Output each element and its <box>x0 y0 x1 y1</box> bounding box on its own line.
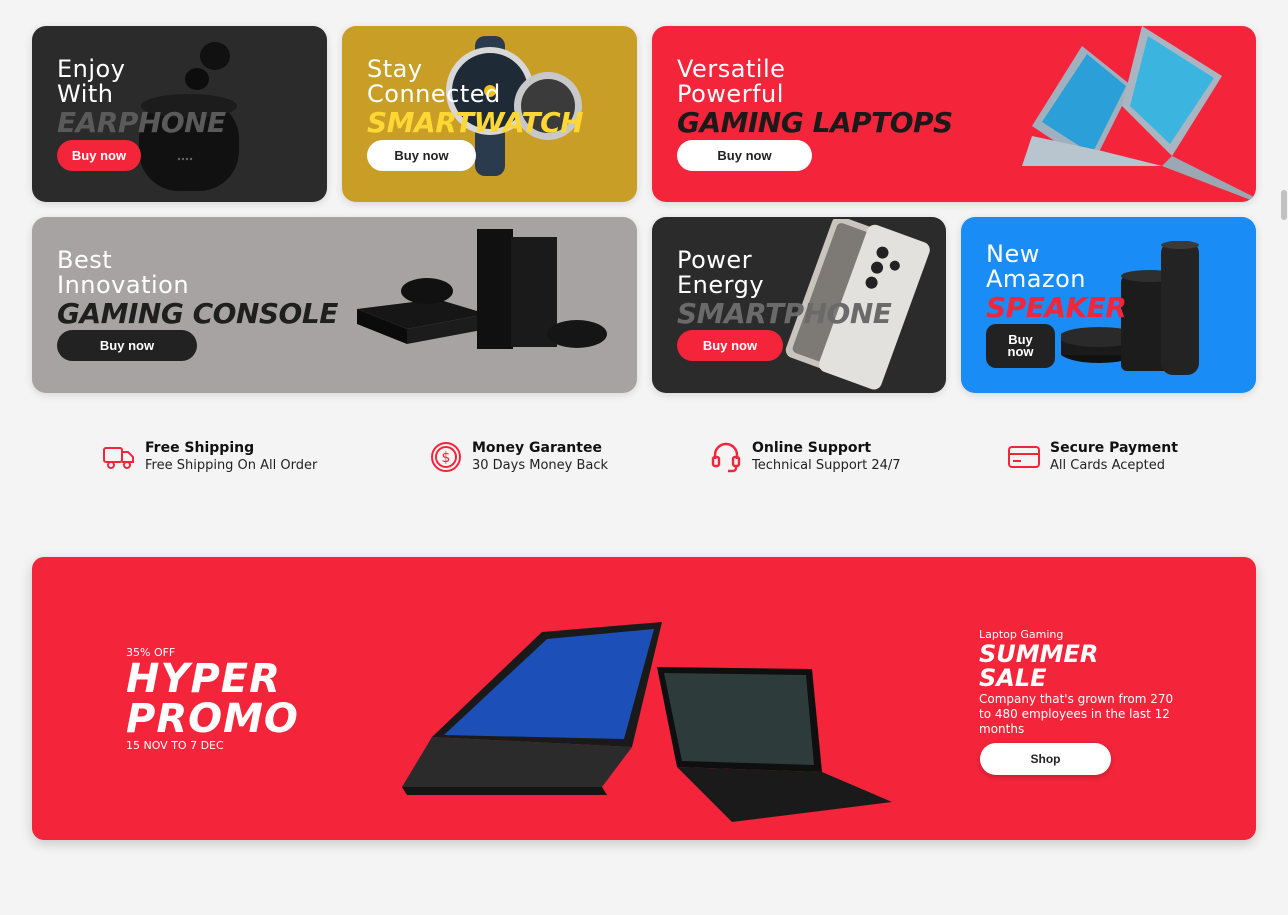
feature-title: Free Shipping <box>145 440 255 456</box>
promo-headline-line2: SALE <box>979 664 1047 692</box>
banner-smartphone[interactable]: Power Energy SMARTPHONE Buy now <box>652 217 946 393</box>
hyper-promo-banner[interactable]: 35% OFF HYPER PROMO 15 NOV TO 7 DEC Lapt… <box>32 557 1256 840</box>
scrollbar-thumb[interactable] <box>1281 190 1287 220</box>
buy-now-button[interactable]: Buy now <box>367 140 476 171</box>
feature-online-support: Online Support Technical Support 24/7 <box>710 440 901 474</box>
feature-subtitle: 30 Days Money Back <box>472 458 609 473</box>
credit-card-icon <box>1008 441 1040 473</box>
banner-line1: Best <box>57 246 113 274</box>
banner-headline: SMARTWATCH <box>367 106 584 139</box>
dollar-icon: $ <box>430 441 462 473</box>
banner-headline: EARPHONE <box>57 106 226 139</box>
buy-now-button[interactable]: Buy now <box>677 330 783 361</box>
promo-title-line1: HYPER <box>126 656 281 702</box>
feature-subtitle: Free Shipping On All Order <box>145 458 318 473</box>
banner-line1: New <box>986 240 1040 268</box>
console-image <box>357 229 607 349</box>
promo-laptops-image <box>402 622 892 822</box>
promo-description: Company that's grown from 270 to 480 emp… <box>979 692 1174 736</box>
feature-subtitle: All Cards Acepted <box>1050 458 1165 473</box>
banner-line2: Amazon <box>986 265 1086 293</box>
scrollbar[interactable] <box>1280 0 1288 915</box>
banner-headline: GAMING CONSOLE <box>57 297 338 330</box>
truck-icon <box>103 441 135 473</box>
svg-text:$: $ <box>442 450 451 466</box>
banner-line2: Connected <box>367 80 501 108</box>
headset-icon <box>710 441 742 473</box>
banner-line1: Power <box>677 246 753 274</box>
shop-button[interactable]: Shop <box>980 743 1111 775</box>
banner-line1: Versatile <box>677 55 786 83</box>
banner-line1: Stay <box>367 55 423 83</box>
feature-title: Money Garantee <box>472 440 602 456</box>
buy-now-button[interactable]: Buy now <box>986 324 1055 368</box>
banner-line2: Energy <box>677 271 765 299</box>
banner-amazon-speaker[interactable]: New Amazon SPEAKER Buy now <box>961 217 1256 393</box>
banner-line2: With <box>57 80 114 108</box>
banner-earphone[interactable]: Enjoy With EARPHONE Buy now <box>32 26 327 202</box>
banner-headline: SMARTPHONE <box>677 297 892 330</box>
buy-now-button[interactable]: Buy now <box>57 140 141 171</box>
feature-free-shipping: Free Shipping Free Shipping On All Order <box>103 440 317 474</box>
promo-dates: 15 NOV TO 7 DEC <box>126 739 224 752</box>
banner-line2: Powerful <box>677 80 784 108</box>
buy-now-button[interactable]: Buy now <box>677 140 812 171</box>
feature-money-guarantee: $ Money Garantee 30 Days Money Back <box>430 440 608 474</box>
banner-gaming-console[interactable]: Best Innovation GAMING CONSOLE Buy now <box>32 217 637 393</box>
feature-secure-payment: Secure Payment All Cards Acepted <box>1008 440 1178 474</box>
feature-subtitle: Technical Support 24/7 <box>752 458 901 473</box>
feature-title: Secure Payment <box>1050 440 1178 456</box>
laptops-image <box>1022 26 1256 202</box>
promo-headline-line1: SUMMER <box>979 640 1099 668</box>
banner-headline: GAMING LAPTOPS <box>677 106 953 139</box>
buy-now-button[interactable]: Buy now <box>57 330 197 361</box>
banner-smartwatch[interactable]: Stay Connected SMARTWATCH Buy now <box>342 26 637 202</box>
promo-title-line2: PROMO <box>126 696 299 742</box>
banner-line2: Innovation <box>57 271 190 299</box>
banner-headline: SPEAKER <box>986 291 1127 324</box>
banner-gaming-laptops[interactable]: Versatile Powerful GAMING LAPTOPS Buy no… <box>652 26 1256 202</box>
feature-title: Online Support <box>752 440 872 456</box>
banner-line1: Enjoy <box>57 55 126 83</box>
